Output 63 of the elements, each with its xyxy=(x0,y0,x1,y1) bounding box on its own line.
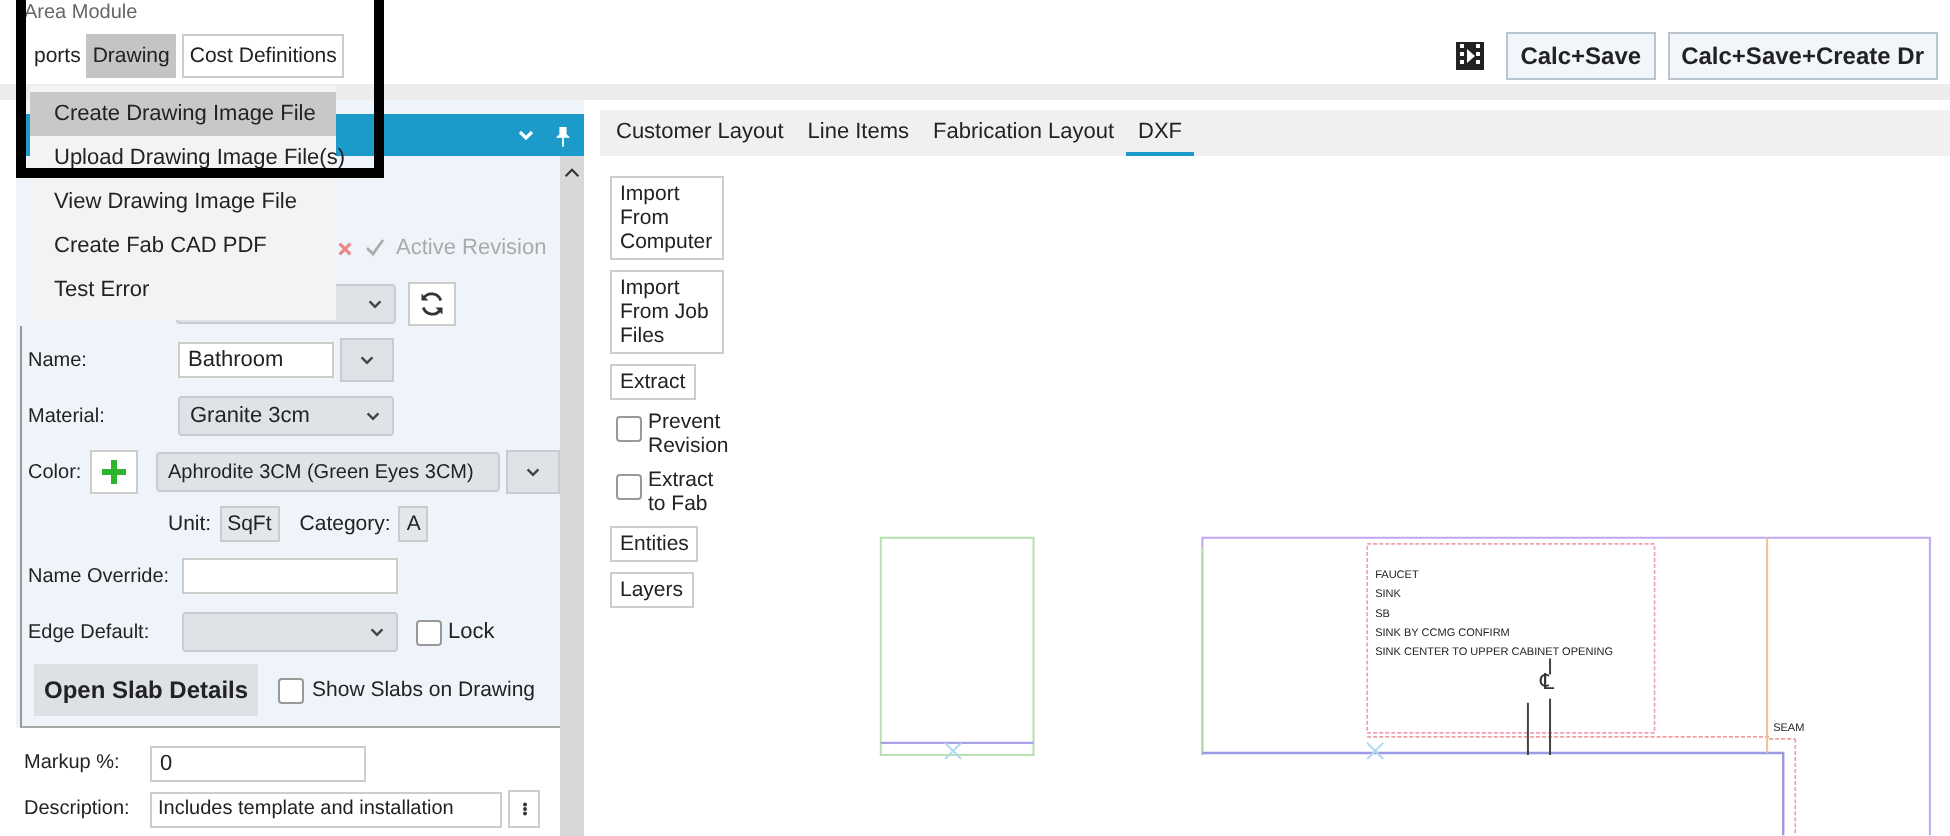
description-field[interactable]: Includes template and installation xyxy=(150,791,502,827)
checkbox[interactable] xyxy=(416,619,442,645)
checkbox[interactable] xyxy=(616,474,642,500)
field-label: Material: xyxy=(28,405,107,427)
name-field[interactable]: Bathroom xyxy=(178,342,334,378)
pin-icon[interactable] xyxy=(554,123,572,147)
category-value: A xyxy=(398,506,429,542)
tool-button[interactable]: Entities xyxy=(610,526,699,562)
add-button[interactable] xyxy=(90,450,138,494)
menu-item[interactable]: View Drawing Image File xyxy=(30,180,336,224)
menu-item[interactable]: Drawing xyxy=(86,34,176,78)
menu-item[interactable]: Test Error xyxy=(30,268,336,312)
menu-item[interactable]: Create Drawing Image File xyxy=(30,92,336,136)
field-label: Unit: xyxy=(168,512,212,536)
field-label: Markup %: xyxy=(24,752,122,774)
check-icon xyxy=(364,238,386,258)
spin-button[interactable] xyxy=(508,790,540,828)
chevron-icon xyxy=(368,623,386,641)
checkbox[interactable] xyxy=(616,416,642,442)
color-select[interactable]: Aphrodite 3CM (Green Eyes 3CM) xyxy=(156,452,500,492)
plus-icon xyxy=(102,460,126,484)
refresh-icon xyxy=(418,290,446,318)
calc-save-button[interactable]: Calc+Save xyxy=(1506,32,1656,80)
centerline-mark: ℄ xyxy=(1540,668,1555,695)
calc-save-button[interactable]: Calc+Save+Create Dr xyxy=(1667,32,1938,80)
tool-button[interactable]: Extract xyxy=(610,364,696,400)
close-icon[interactable] xyxy=(336,239,354,257)
open-slab-details-button[interactable]: Open Slab Details xyxy=(34,664,259,716)
chevron-icon xyxy=(358,351,376,369)
field-label: Name: xyxy=(28,349,89,371)
scrollbar[interactable] xyxy=(560,156,584,836)
checkbox[interactable] xyxy=(278,677,305,703)
film-icon[interactable] xyxy=(1454,40,1487,72)
refresh-button[interactable] xyxy=(408,282,456,326)
field-label: Description: xyxy=(24,798,132,820)
chevron-icon[interactable] xyxy=(516,125,536,145)
field-label: Category: xyxy=(299,512,391,536)
tab[interactable]: Fabrication Layout xyxy=(921,110,1127,156)
menu-button[interactable]: Cost Definitions xyxy=(181,34,345,78)
chevron-icon xyxy=(364,407,382,425)
tab[interactable]: Line Items xyxy=(795,110,922,156)
dots-icon xyxy=(521,800,527,818)
chevron-icon xyxy=(366,295,384,313)
window-title: Area Module xyxy=(24,2,138,24)
chevron-icon xyxy=(524,463,542,481)
name-override-field[interactable] xyxy=(182,558,398,594)
tab[interactable]: DXF xyxy=(1126,110,1195,156)
tab[interactable]: Customer Layout xyxy=(604,110,796,156)
markup-field[interactable]: 0 xyxy=(150,745,366,781)
checkbox-label: Lock xyxy=(448,620,495,644)
tool-button[interactable]: Import From Computer xyxy=(610,176,724,260)
tool-button[interactable]: Import From Job Files xyxy=(610,270,724,354)
checkbox-label: Show Slabs on Drawing xyxy=(312,678,536,702)
tool-button[interactable]: Layers xyxy=(610,572,694,608)
field-label: Name Override: xyxy=(28,565,172,587)
field-label: Edge Default: xyxy=(28,621,152,643)
menu-item[interactable]: Create Fab CAD PDF xyxy=(30,224,336,268)
menu-item[interactable]: ports xyxy=(28,34,87,78)
checkbox-label: Prevent Revision xyxy=(648,410,729,458)
field-label: Color: xyxy=(28,461,84,483)
checkbox-label: Extract to Fab xyxy=(648,468,716,516)
unit-value: SqFt xyxy=(219,506,280,542)
material-select[interactable]: Granite 3cm xyxy=(178,396,394,436)
